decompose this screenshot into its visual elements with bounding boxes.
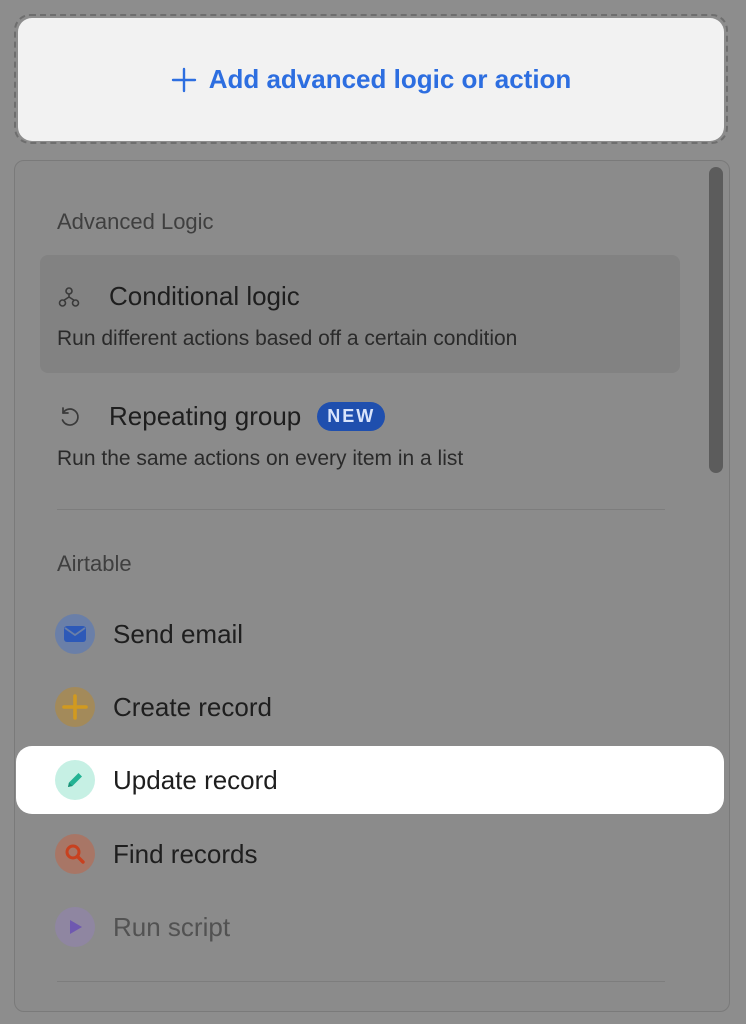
- new-badge: NEW: [317, 402, 386, 431]
- menu-item-conditional-logic[interactable]: Conditional logic Run different actions …: [40, 255, 680, 373]
- menu-item-description: Run different actions based off a certai…: [57, 327, 518, 350]
- action-picker-panel: Advanced Logic Conditional logic Run dif…: [14, 160, 730, 1012]
- menu-item-update-record[interactable]: Update record: [16, 746, 724, 814]
- menu-item-title: Conditional logic: [109, 281, 300, 311]
- branch-icon: [57, 285, 81, 309]
- section-heading-advanced-logic: Advanced Logic: [57, 209, 214, 234]
- envelope-icon: [55, 614, 95, 654]
- menu-item-description: Run the same actions on every item in a …: [57, 447, 464, 470]
- search-icon: [55, 834, 95, 874]
- action-label: Run script: [113, 911, 231, 942]
- menu-item-run-script[interactable]: Run script: [55, 902, 695, 952]
- loop-icon: [57, 405, 81, 429]
- add-advanced-logic-button[interactable]: Add advanced logic or action: [18, 18, 724, 141]
- menu-item-send-email[interactable]: Send email: [55, 609, 695, 659]
- scrollbar-thumb[interactable]: [709, 167, 723, 473]
- play-icon: [55, 907, 95, 947]
- menu-item-create-record[interactable]: Create record: [55, 682, 695, 732]
- action-label: Find records: [113, 838, 258, 869]
- section-divider: [57, 509, 665, 510]
- menu-item-title: Repeating group: [109, 401, 302, 431]
- section-divider: [57, 981, 665, 982]
- action-label: Send email: [113, 618, 244, 649]
- section-heading-airtable: Airtable: [57, 551, 132, 576]
- menu-item-find-records[interactable]: Find records: [55, 829, 695, 879]
- menu-item-repeating-group[interactable]: Repeating group NEW Run the same actions…: [40, 375, 680, 493]
- plus-icon: [55, 687, 95, 727]
- action-label: Create record: [113, 691, 272, 722]
- pencil-icon: [55, 760, 95, 800]
- plus-icon: [171, 67, 196, 92]
- add-button-label: Add advanced logic or action: [208, 64, 572, 94]
- action-label: Update record: [113, 764, 278, 795]
